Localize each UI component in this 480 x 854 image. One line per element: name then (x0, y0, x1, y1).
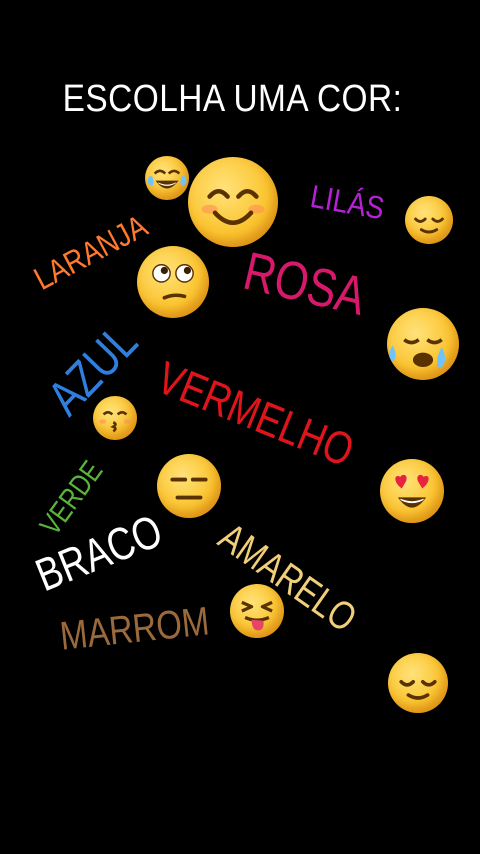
relieved-emoji (405, 196, 453, 244)
crying-emoji (387, 308, 459, 380)
kissing-emoji (93, 396, 137, 440)
color-word-lilas: LILÁS (307, 178, 387, 227)
color-word-rosa: ROSA (238, 240, 372, 327)
story-canvas: ESCOLHA UMA COR: LARANJA LILÁS ROSA AZUL… (0, 0, 480, 854)
dizzy-eyes-emoji (137, 246, 209, 318)
expressionless-emoji (157, 454, 221, 518)
color-word-marrom: MARROM (58, 599, 212, 659)
heart-eyes-emoji (380, 459, 444, 523)
relieved-emoji (388, 653, 448, 713)
tears-of-joy-emoji (145, 156, 189, 200)
color-word-laranja: LARANJA (28, 207, 154, 297)
page-title: ESCOLHA UMA COR: (62, 78, 403, 120)
tongue-out-emoji (230, 584, 284, 638)
smiling-emoji (188, 157, 278, 247)
